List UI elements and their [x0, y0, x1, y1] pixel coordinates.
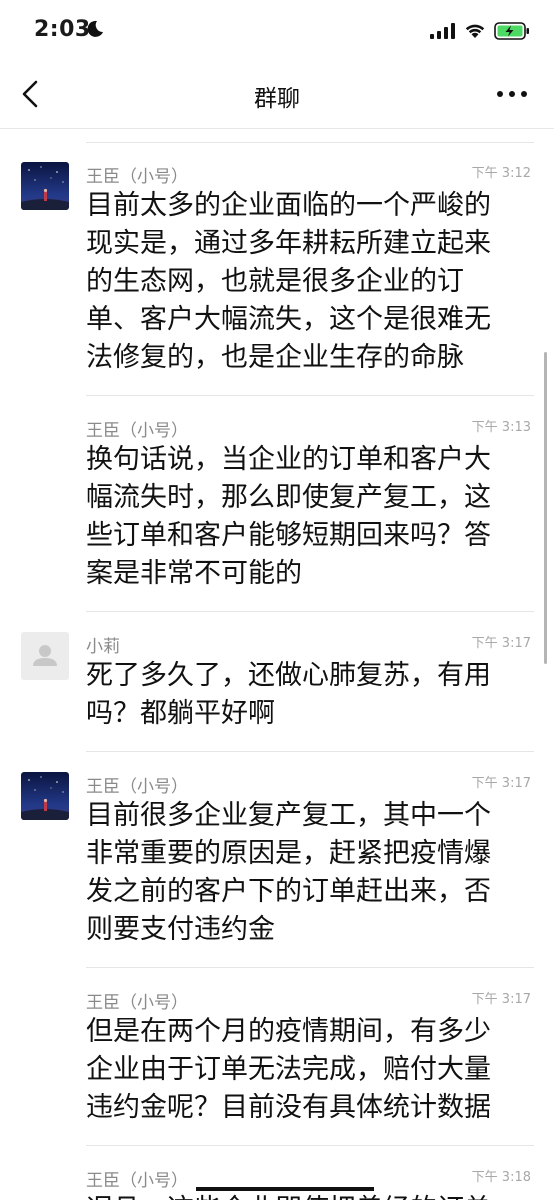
- message-item[interactable]: 王臣（小号） 下午 3:12 目前太多的企业面临的一个严峻的现实是，通过多年耕耘…: [0, 142, 554, 395]
- status-time: 2:03: [34, 17, 91, 42]
- message-time: 下午 3:17: [471, 776, 531, 791]
- night-sky-avatar[interactable]: [21, 162, 69, 210]
- status-bar: 2:03: [0, 0, 554, 62]
- night-sky-avatar[interactable]: [21, 772, 69, 820]
- default-user-avatar[interactable]: [21, 632, 69, 680]
- scrollbar-thumb[interactable]: [544, 352, 547, 664]
- nav-divider: [0, 128, 554, 129]
- message-time: 下午 3:13: [471, 420, 531, 435]
- message-item[interactable]: 王臣（小号） 下午 3:17 但是在两个月的疫情期间，有多少企业由于订单无法完成…: [0, 968, 554, 1145]
- page-title: 群聊: [254, 86, 300, 112]
- strikethrough-mark: [196, 1187, 374, 1191]
- message-time: 下午 3:17: [471, 992, 531, 1007]
- sender-name[interactable]: 王臣（小号）: [86, 416, 188, 441]
- more-dots-icon: [497, 91, 527, 97]
- wifi-icon: [465, 24, 485, 38]
- message-time: 下午 3:18: [471, 1170, 531, 1185]
- message-item[interactable]: 王臣（小号） 下午 3:18 况且，这些企业即使把曾经的订单: [0, 1146, 554, 1200]
- message-time: 下午 3:17: [471, 636, 531, 651]
- signal-icon: [430, 23, 455, 39]
- sender-name[interactable]: 王臣（小号）: [86, 988, 188, 1013]
- sender-name[interactable]: 王臣（小号）: [86, 1166, 188, 1191]
- message-item[interactable]: 小莉 下午 3:17 死了多久了，还做心肺复苏，有用吗？都躺平好啊: [0, 612, 554, 751]
- battery-charging-icon: [494, 22, 529, 40]
- message-list[interactable]: 王臣（小号） 下午 3:12 目前太多的企业面临的一个严峻的现实是，通过多年耕耘…: [0, 142, 554, 1200]
- sender-name[interactable]: 王臣（小号）: [86, 772, 188, 797]
- message-item[interactable]: 王臣（小号） 下午 3:13 换句话说，当企业的订单和客户大幅流失时，那么即使复…: [0, 396, 554, 611]
- status-icons: [430, 22, 530, 40]
- sender-name[interactable]: 王臣（小号）: [86, 162, 188, 187]
- more-button[interactable]: [492, 82, 532, 106]
- moon-icon: [87, 20, 103, 37]
- sender-name[interactable]: 小莉: [86, 632, 120, 657]
- message-time: 下午 3:12: [471, 166, 531, 181]
- message-item[interactable]: 王臣（小号） 下午 3:17 目前很多企业复产复工，其中一个非常重要的原因是，赶…: [0, 752, 554, 967]
- nav-bar: 群聊: [0, 62, 554, 128]
